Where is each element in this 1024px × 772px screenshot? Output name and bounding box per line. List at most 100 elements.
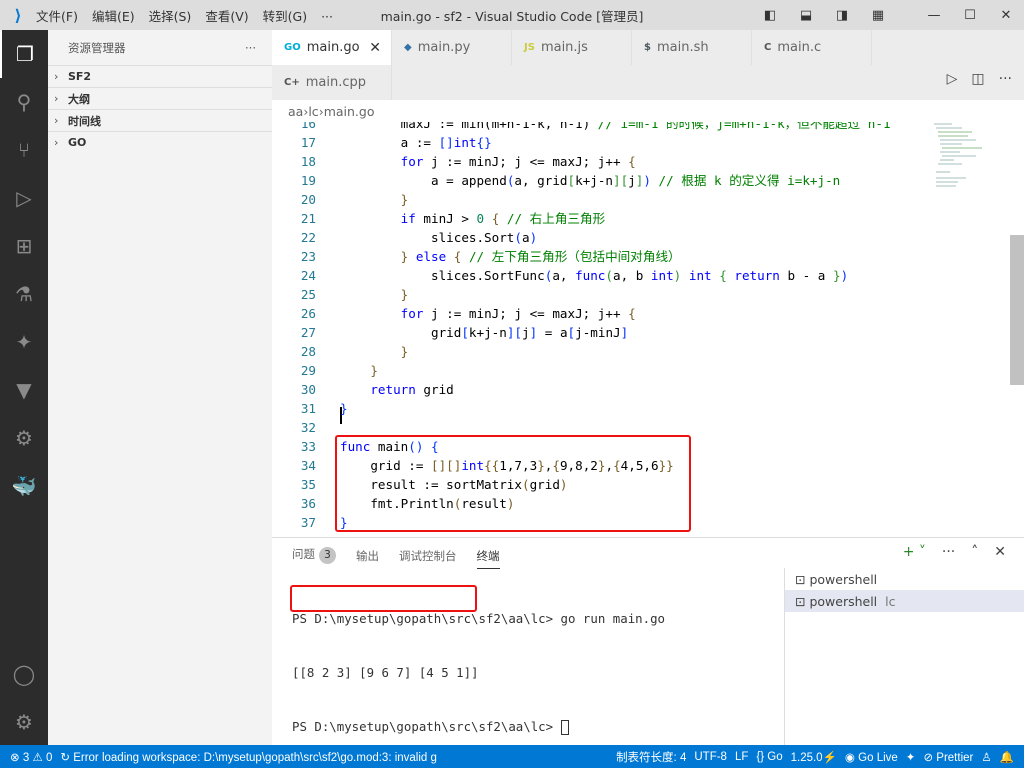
breadcrumb-item[interactable]: main.go <box>324 104 375 119</box>
maximize-button[interactable]: ☐ <box>952 8 988 23</box>
code-token: ) <box>643 173 651 188</box>
encoding-status[interactable]: UTF-8 <box>694 751 727 763</box>
run-debug-icon[interactable]: ▷ <box>0 174 48 222</box>
more-actions-icon[interactable]: ··· <box>942 544 955 560</box>
close-panel-icon[interactable]: ✕ <box>994 544 1006 560</box>
close-window-button[interactable]: ✕ <box>988 8 1024 23</box>
menu-item[interactable]: 查看(V) <box>205 9 248 24</box>
more-actions-icon[interactable]: ··· <box>999 71 1012 87</box>
copilot-icon[interactable]: ✦ <box>0 318 48 366</box>
go-version-status[interactable]: 1.25.0⚡ <box>791 750 837 764</box>
gitlens-icon[interactable]: ▼ <box>0 366 48 414</box>
line-number: 22 <box>300 230 316 245</box>
copilot-status-icon[interactable]: ✦ <box>906 750 916 764</box>
go-live-button[interactable]: ◉ Go Live <box>845 750 898 764</box>
terminal-line: [[8 2 3] [9 6 7] [4 5 1]] <box>292 665 479 680</box>
code-token: slices.Sort <box>340 230 515 245</box>
sidebar-section[interactable]: › 大纲 <box>48 87 272 109</box>
sidebar-section[interactable]: › 时间线 <box>48 109 272 131</box>
account-icon[interactable]: ◯ <box>0 650 48 698</box>
minimize-button[interactable]: — <box>916 8 952 23</box>
tab-main-cpp[interactable]: C+ main.cpp <box>272 65 392 100</box>
code-token: grid <box>415 382 454 397</box>
code-line: 24 slices.SortFunc(a, func(a, b int) int… <box>272 266 932 285</box>
remote-explorer-icon[interactable]: ⚙ <box>0 414 48 462</box>
close-tab-icon[interactable]: ✕ <box>369 40 381 56</box>
sidebar-title: 资源管理器 <box>68 40 126 55</box>
code-token: // 右上角三角形 <box>499 211 606 226</box>
menu-item[interactable]: 编辑(E) <box>92 9 135 24</box>
code-line: 20 } <box>272 190 932 209</box>
menu-item[interactable]: ··· <box>321 9 333 24</box>
sidebar-section[interactable]: › GO <box>48 131 272 153</box>
menu-item[interactable]: 文件(F) <box>36 9 78 24</box>
tab-main-go[interactable]: GO main.go ✕ <box>272 30 392 65</box>
menu-item[interactable]: 选择(S) <box>149 9 192 24</box>
tab-main-py[interactable]: ◆ main.py <box>392 30 512 65</box>
code-token: slices.SortFunc <box>340 268 545 283</box>
code-token: // 左下角三角形（包括中间对角线） <box>461 249 681 264</box>
menu-item[interactable]: 转到(G) <box>263 9 307 24</box>
line-number: 35 <box>300 477 316 492</box>
terminal-item[interactable]: ⊡ powershell lc <box>785 590 1024 612</box>
code-line: 28 } <box>272 342 932 361</box>
toggle-sidebar-icon[interactable]: ◧ <box>752 8 788 23</box>
tab-main-sh[interactable]: $ main.sh <box>632 30 752 65</box>
tab-main-js[interactable]: JS main.js <box>512 30 632 65</box>
notifications-icon[interactable]: 🔔 <box>1000 750 1014 764</box>
code-line: 18 for j := minJ; j <= maxJ; j++ { <box>272 152 932 171</box>
sidebar-section[interactable]: › SF2 <box>48 65 272 87</box>
code-line: 21 if minJ > 0 { // 右上角三角形 <box>272 209 932 228</box>
toggle-panel-icon[interactable]: ⬓ <box>788 8 824 23</box>
breadcrumb: aa › lc › main.go <box>272 100 1024 122</box>
code-token: if <box>400 211 416 226</box>
code-token: } <box>400 192 409 207</box>
terminal-cursor <box>560 720 569 735</box>
chevron-right-icon: › <box>54 136 59 149</box>
terminal-item[interactable]: ⊡ powershell <box>785 568 1024 590</box>
code-token: int <box>650 268 674 283</box>
vscode-logo-icon: ⟩ <box>14 5 22 25</box>
minimap[interactable] <box>932 122 1012 202</box>
code-token: ) <box>529 230 538 245</box>
settings-gear-icon[interactable]: ⚙ <box>0 698 48 746</box>
breadcrumb-item[interactable]: aa <box>288 104 303 119</box>
section-label: 时间线 <box>68 114 101 128</box>
prettier-status[interactable]: ⊘ Prettier <box>923 750 973 764</box>
code-token: } <box>370 363 378 378</box>
new-terminal-icon[interactable]: + ˅ <box>903 544 926 560</box>
customize-layout-icon[interactable]: ▦ <box>860 8 896 23</box>
tab-problems[interactable]: 问题 3 <box>292 546 336 569</box>
testing-icon[interactable]: ⚗ <box>0 270 48 318</box>
tab-debug-console[interactable]: 调试控制台 <box>399 546 457 569</box>
code-token: k+j-n <box>575 173 613 188</box>
editor-tabs: ▷ ◫ ··· GO main.go ✕ ◆ main.py JS main.js $ main.s… <box>272 30 1024 100</box>
more-actions-icon[interactable]: ··· <box>245 41 256 55</box>
eol-status[interactable]: LF <box>735 751 748 763</box>
tab-terminal[interactable]: 终端 <box>476 546 500 569</box>
run-icon[interactable]: ▷ <box>947 71 958 87</box>
maximize-panel-icon[interactable]: ˄ <box>971 544 978 560</box>
problems-status[interactable]: ⊗ 3 ⚠ 0 <box>10 750 52 764</box>
accounts-status-icon[interactable]: ♙ <box>981 750 991 764</box>
explorer-icon[interactable]: ❐ <box>0 30 48 78</box>
source-control-icon[interactable]: ⑂ <box>0 126 48 174</box>
line-number: 28 <box>300 344 316 359</box>
language-status[interactable]: {} Go <box>756 751 782 763</box>
split-editor-icon[interactable]: ◫ <box>971 71 984 87</box>
tab-main-c[interactable]: Cmain.c <box>752 30 872 65</box>
editor-scrollbar[interactable] <box>1010 235 1024 385</box>
tab-size-status[interactable]: 制表符长度: 4 <box>616 749 686 765</box>
breadcrumb-item[interactable]: lc <box>308 104 318 119</box>
docker-icon[interactable]: 🐳 <box>0 462 48 510</box>
tab-label: 问题 <box>292 547 315 561</box>
search-icon[interactable]: ⚲ <box>0 78 48 126</box>
tab-output[interactable]: 输出 <box>356 546 379 569</box>
workspace-error-status[interactable]: ↻ Error loading workspace: D:\mysetup\go… <box>60 750 437 764</box>
toggle-secondary-sidebar-icon[interactable]: ◨ <box>824 8 860 23</box>
code-token: else <box>415 249 447 264</box>
extensions-icon[interactable]: ⊞ <box>0 222 48 270</box>
